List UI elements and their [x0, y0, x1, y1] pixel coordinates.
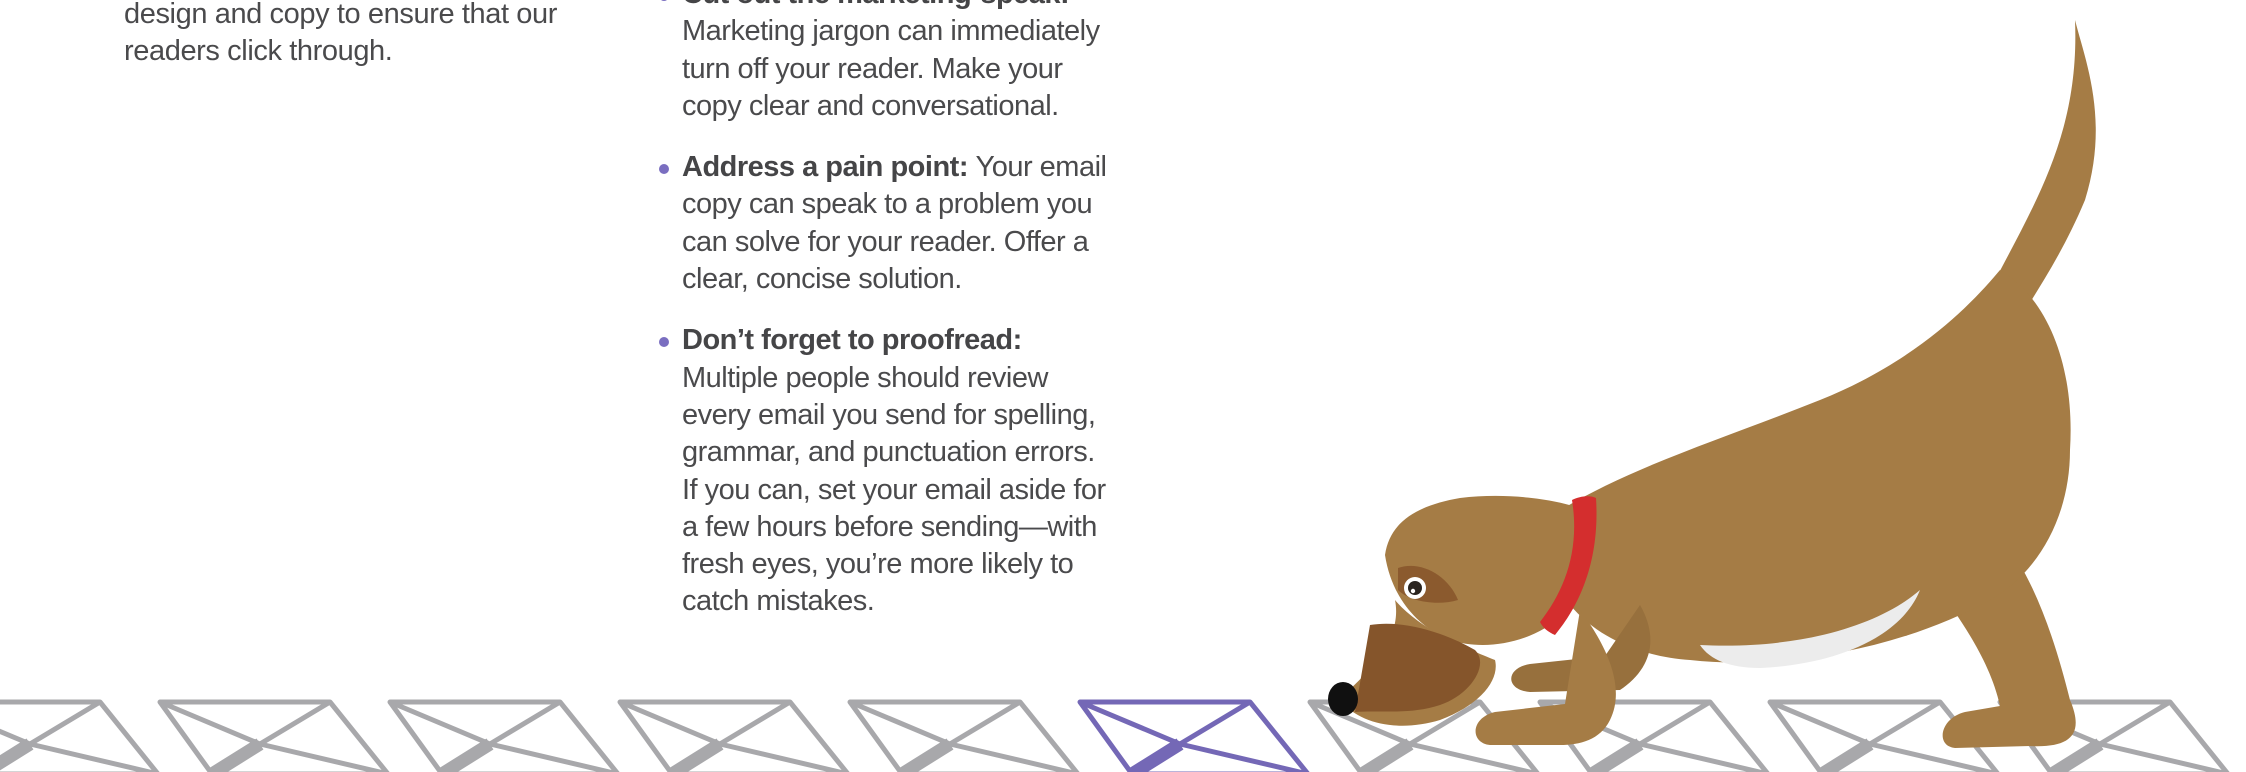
envelope-icon: [0, 702, 158, 772]
envelope-icon: [160, 702, 388, 772]
dog: [1328, 20, 2096, 748]
envelope-icon: [850, 702, 1078, 772]
envelope-icon: [620, 702, 848, 772]
envelope-icon: [390, 702, 618, 772]
dog-illustration: [0, 20, 2246, 772]
highlighted-envelope-icon: [1080, 702, 1308, 772]
envelope-row: [0, 702, 2228, 772]
